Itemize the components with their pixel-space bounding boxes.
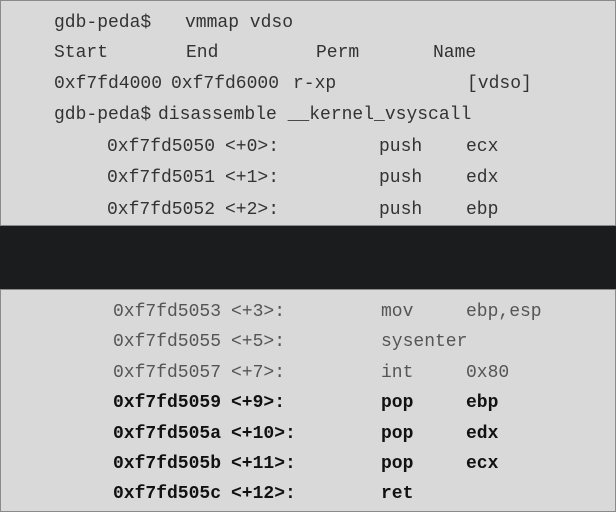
operand: ebp — [466, 200, 499, 220]
mnemonic: push — [379, 137, 423, 157]
address: 0xf7fd5053 — [113, 302, 222, 322]
address: 0xf7fd5059 — [113, 393, 222, 413]
vmmap-header-name: Name — [433, 43, 477, 63]
mnemonic: push — [379, 200, 423, 220]
address: 0xf7fd5051 — [107, 168, 216, 188]
operand: ecx — [466, 454, 499, 474]
vmmap-header-start: Start — [54, 43, 109, 63]
offset: <+7>: — [231, 363, 286, 383]
mnemonic: push — [379, 168, 423, 188]
address: 0xf7fd505a — [113, 424, 222, 444]
mnemonic: sysenter — [381, 332, 468, 352]
vmmap-header-end: End — [186, 43, 219, 63]
mnemonic: pop — [381, 454, 414, 474]
address: 0xf7fd5052 — [107, 200, 216, 220]
prompt: gdb-peda$ — [54, 13, 152, 33]
operand: edx — [466, 424, 499, 444]
offset: <+12>: — [231, 484, 296, 504]
mnemonic: mov — [381, 302, 414, 322]
offset: <+5>: — [231, 332, 286, 352]
address: 0xf7fd5055 — [113, 332, 222, 352]
offset: <+0>: — [225, 137, 280, 157]
address: 0xf7fd5050 — [107, 137, 216, 157]
vmmap-header-perm: Perm — [316, 43, 360, 63]
operand: 0x80 — [466, 363, 510, 383]
operand: ebp — [466, 393, 499, 413]
offset: <+2>: — [225, 200, 280, 220]
offset: <+10>: — [231, 424, 296, 444]
operand: edx — [466, 168, 499, 188]
vmmap-start: 0xf7fd4000 — [54, 74, 163, 94]
terminal-panel-bottom: 0xf7fd5053 <+3>: mov ebp,esp 0xf7fd5055 … — [0, 289, 616, 512]
offset: <+9>: — [231, 393, 286, 413]
terminal-panel-top: gdb-peda$ vmmap vdso Start End Perm Name… — [0, 0, 616, 226]
address: 0xf7fd505b — [113, 454, 222, 474]
vmmap-end: 0xf7fd6000 — [171, 74, 280, 94]
address: 0xf7fd505c — [113, 484, 222, 504]
offset: <+1>: — [225, 168, 280, 188]
mnemonic: int — [381, 363, 414, 383]
command: disassemble __kernel_vsyscall — [158, 105, 472, 125]
prompt: gdb-peda$ — [54, 105, 152, 125]
mnemonic: pop — [381, 393, 414, 413]
address: 0xf7fd5057 — [113, 363, 222, 383]
offset: <+3>: — [231, 302, 286, 322]
mnemonic: pop — [381, 424, 414, 444]
operand: ebp,esp — [466, 302, 542, 322]
mnemonic: ret — [381, 484, 414, 504]
offset: <+11>: — [231, 454, 296, 474]
vmmap-perm: r-xp — [293, 74, 337, 94]
vmmap-name: [vdso] — [467, 74, 532, 94]
operand: ecx — [466, 137, 499, 157]
command: vmmap vdso — [185, 13, 294, 33]
